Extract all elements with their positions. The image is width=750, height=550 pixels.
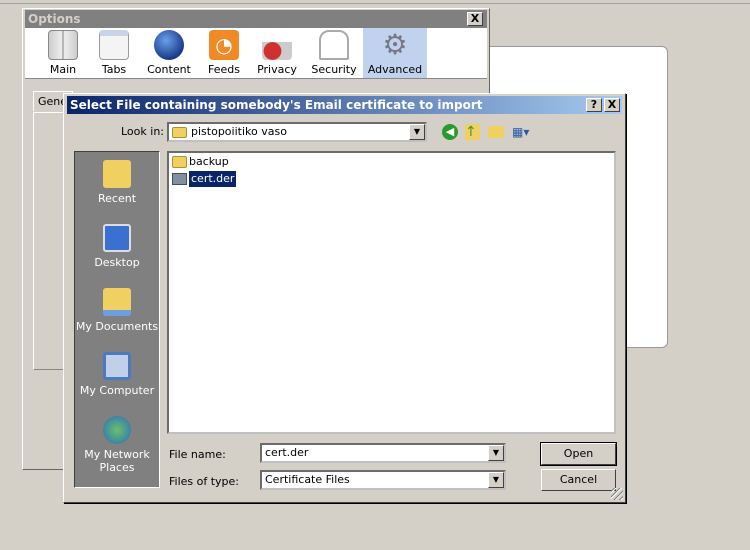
- place-my-documents[interactable]: My Documents: [75, 288, 159, 333]
- place-label: My Network Places: [84, 448, 150, 474]
- padlock-icon: [319, 30, 349, 60]
- place-network[interactable]: My Network Places: [75, 416, 159, 474]
- options-title: Options: [28, 12, 81, 26]
- toolbar-feeds[interactable]: ◔ Feeds: [201, 28, 247, 78]
- look-in-label: Look in:: [121, 125, 164, 138]
- toolbar-label: Tabs: [101, 63, 127, 76]
- globe-icon: [154, 30, 184, 60]
- dialog-close-button[interactable]: X: [604, 98, 620, 112]
- main-icon: [48, 30, 78, 60]
- place-label: My Documents: [75, 320, 159, 333]
- file-item-backup[interactable]: backup: [171, 154, 229, 170]
- file-name: backup: [189, 155, 229, 168]
- file-name-label: File name:: [169, 448, 226, 461]
- chevron-down-icon[interactable]: ▼: [488, 472, 504, 488]
- toolbar-label: Main: [49, 63, 77, 76]
- toolbar-tabs[interactable]: Tabs: [91, 28, 137, 78]
- file-list[interactable]: backup cert.der: [167, 151, 616, 434]
- toolbar-security[interactable]: Security: [307, 28, 361, 78]
- back-icon[interactable]: ◀: [442, 124, 458, 140]
- place-my-computer[interactable]: My Computer: [75, 352, 159, 397]
- toolbar-label: Privacy: [257, 63, 297, 76]
- file-item-cert[interactable]: cert.der: [171, 171, 237, 187]
- toolbar-label: Feeds: [208, 63, 240, 76]
- toolbar-label: Security: [311, 63, 357, 76]
- file-dialog: Select File containing somebody's Email …: [63, 93, 626, 503]
- help-button[interactable]: ?: [586, 98, 602, 112]
- open-button[interactable]: Open: [540, 442, 617, 466]
- place-label: My Computer: [79, 384, 155, 397]
- documents-icon: [103, 288, 131, 316]
- places-bar: Recent Desktop My Documents My Computer …: [74, 151, 160, 488]
- folder-icon: [172, 127, 187, 138]
- desktop-icon: [103, 224, 131, 252]
- rss-icon: ◔: [209, 30, 239, 60]
- up-folder-icon[interactable]: ↑: [465, 124, 480, 140]
- folder-icon: [172, 156, 187, 168]
- file-type-dropdown[interactable]: Certificate Files ▼: [260, 470, 506, 490]
- toolbar-label: Content: [147, 63, 191, 76]
- look-in-value: pistopoiitiko vaso: [191, 125, 287, 138]
- dialog-title: Select File containing somebody's Email …: [70, 98, 483, 112]
- recent-folder-icon: [103, 160, 131, 188]
- new-folder-icon[interactable]: [488, 126, 504, 138]
- place-desktop[interactable]: Desktop: [75, 224, 159, 269]
- file-type-value: Certificate Files: [265, 473, 350, 486]
- options-close-button[interactable]: X: [467, 12, 483, 26]
- toolbar-main[interactable]: Main: [35, 28, 91, 78]
- resize-grip[interactable]: [611, 488, 623, 500]
- look-in-dropdown[interactable]: pistopoiitiko vaso ▼: [167, 122, 427, 142]
- options-toolbar: Main Tabs Content ◔ Feeds Privacy Securit…: [25, 28, 487, 79]
- cancel-button[interactable]: Cancel: [541, 469, 616, 491]
- toolbar-advanced[interactable]: ⚙ Advanced: [363, 28, 427, 78]
- certificate-icon: [172, 173, 187, 185]
- privacy-lock-icon: [262, 30, 292, 60]
- place-recent[interactable]: Recent: [75, 160, 159, 205]
- gear-icon: ⚙: [382, 28, 408, 61]
- toolbar-content[interactable]: Content: [141, 28, 197, 78]
- file-name: cert.der: [189, 171, 237, 187]
- place-label: Recent: [97, 192, 137, 205]
- options-title-bar: Options X: [25, 10, 487, 28]
- top-divider: [0, 3, 750, 4]
- chevron-down-icon[interactable]: ▼: [409, 124, 425, 140]
- toolbar-privacy[interactable]: Privacy: [251, 28, 303, 78]
- computer-icon: [103, 352, 131, 380]
- file-name-value: cert.der: [265, 446, 309, 459]
- toolbar-label: Advanced: [367, 63, 423, 76]
- view-menu-icon[interactable]: ▦▾: [512, 125, 536, 139]
- tabs-icon: [99, 30, 129, 60]
- file-name-input[interactable]: cert.der ▼: [260, 443, 506, 463]
- chevron-down-icon[interactable]: ▼: [488, 445, 504, 461]
- dialog-title-bar: Select File containing somebody's Email …: [67, 96, 622, 114]
- network-icon: [103, 416, 131, 444]
- file-type-label: Files of type:: [169, 475, 240, 488]
- place-label: Desktop: [94, 256, 140, 269]
